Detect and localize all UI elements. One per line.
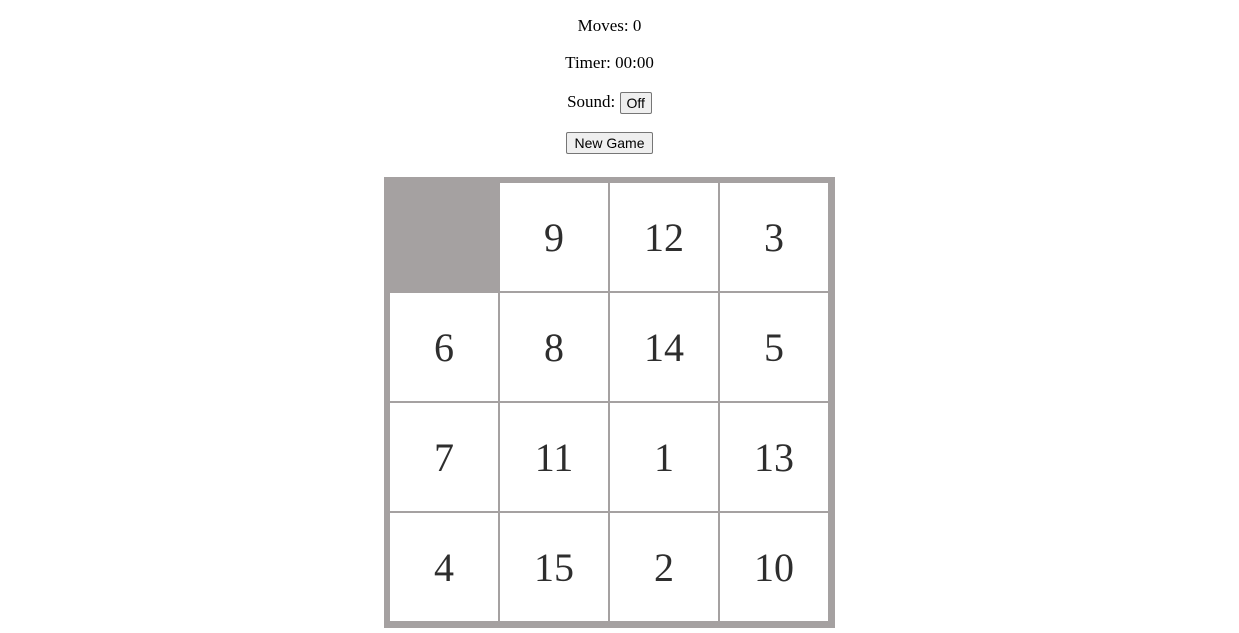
timer-label: Timer: (565, 53, 611, 72)
new-game-row: New Game (0, 132, 1219, 155)
moves-counter: Moves: 0 (0, 16, 1219, 36)
empty-slot (389, 182, 499, 292)
new-game-button[interactable]: New Game (566, 132, 653, 155)
puzzle-tile-5[interactable]: 5 (719, 292, 829, 402)
sound-toggle-button[interactable]: Off (619, 92, 652, 115)
sound-control: Sound: Off (0, 92, 1219, 115)
puzzle-tile-3[interactable]: 3 (719, 182, 829, 292)
puzzle-tile-11[interactable]: 11 (499, 402, 609, 512)
moves-label: Moves: (577, 16, 629, 35)
puzzle-tile-6[interactable]: 6 (389, 292, 499, 402)
timer-display: Timer: 00:00 (0, 53, 1219, 73)
puzzle-tile-1[interactable]: 1 (609, 402, 719, 512)
sound-label: Sound: (567, 92, 616, 111)
puzzle-tile-7[interactable]: 7 (389, 402, 499, 512)
puzzle-tile-4[interactable]: 4 (389, 512, 499, 622)
puzzle-tile-14[interactable]: 14 (609, 292, 719, 402)
puzzle-tile-12[interactable]: 12 (609, 182, 719, 292)
puzzle-tile-10[interactable]: 10 (719, 512, 829, 622)
puzzle-tile-13[interactable]: 13 (719, 402, 829, 512)
puzzle-tile-2[interactable]: 2 (609, 512, 719, 622)
timer-value: 00:00 (615, 53, 654, 72)
moves-value: 0 (632, 16, 642, 35)
puzzle-tile-9[interactable]: 9 (499, 182, 609, 292)
puzzle-board: 9 12 3 6 8 14 5 7 11 1 13 4 15 2 10 (384, 177, 835, 628)
puzzle-tile-8[interactable]: 8 (499, 292, 609, 402)
puzzle-tile-15[interactable]: 15 (499, 512, 609, 622)
